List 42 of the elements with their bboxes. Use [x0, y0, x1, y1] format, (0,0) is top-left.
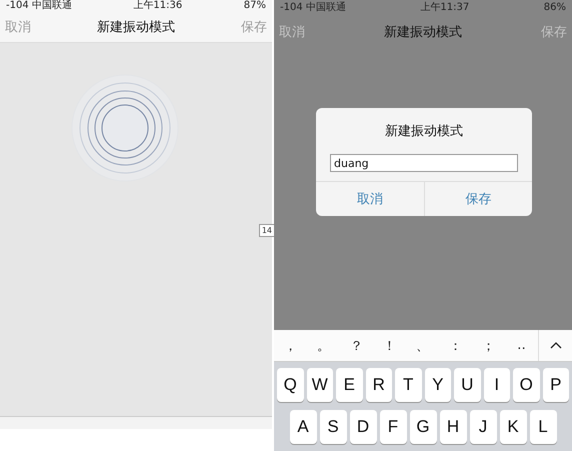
- carrier-text: -104 中国联通: [280, 2, 346, 14]
- letter-key[interactable]: Q: [277, 368, 304, 402]
- time-text: 上午11:37: [420, 2, 470, 14]
- letter-key[interactable]: I: [484, 368, 510, 402]
- punctuation-key[interactable]: ；: [472, 330, 505, 361]
- time-text: 上午11:36: [133, 0, 182, 12]
- battery-text: 86%: [544, 2, 566, 14]
- cancel-button[interactable]: 取消: [316, 182, 424, 216]
- punctuation-key[interactable]: ？: [340, 330, 373, 361]
- letter-key[interactable]: F: [380, 410, 406, 444]
- letter-key[interactable]: P: [542, 368, 569, 402]
- letter-key[interactable]: O: [513, 368, 540, 402]
- punctuation-key[interactable]: ！: [373, 330, 406, 361]
- letter-key[interactable]: L: [530, 410, 556, 444]
- letter-key[interactable]: T: [395, 368, 422, 402]
- letter-key[interactable]: E: [336, 368, 362, 402]
- punctuation-key[interactable]: 。: [307, 330, 340, 361]
- punctuation-key[interactable]: ‥: [505, 330, 538, 361]
- page-tag: 14: [258, 224, 275, 237]
- letter-key[interactable]: H: [440, 410, 466, 444]
- punctuation-key[interactable]: ，: [274, 330, 307, 361]
- carrier-text: -104 中国联通: [6, 0, 72, 12]
- chevron-up-icon: [550, 342, 562, 349]
- dialog-title: 新建振动模式: [385, 123, 463, 140]
- nav-title: 新建振动模式: [384, 24, 462, 41]
- letter-key[interactable]: K: [500, 410, 526, 444]
- letter-key[interactable]: U: [454, 368, 480, 402]
- letter-key[interactable]: J: [470, 410, 496, 444]
- nav-title: 新建振动模式: [97, 19, 175, 36]
- letter-key[interactable]: S: [320, 410, 346, 444]
- letter-key[interactable]: W: [306, 368, 333, 402]
- punctuation-key[interactable]: ：: [439, 330, 472, 361]
- vibration-rings-icon[interactable]: [70, 73, 180, 183]
- battery-text: 87%: [244, 0, 266, 12]
- name-input-field[interactable]: duang: [330, 154, 518, 172]
- letter-key[interactable]: G: [410, 410, 436, 444]
- save-button[interactable]: 保存: [424, 182, 532, 216]
- letter-key[interactable]: R: [366, 368, 392, 402]
- letter-key[interactable]: Y: [424, 368, 451, 402]
- punctuation-key[interactable]: 、: [406, 330, 439, 361]
- letter-key[interactable]: A: [290, 410, 316, 444]
- letter-key[interactable]: D: [350, 410, 376, 444]
